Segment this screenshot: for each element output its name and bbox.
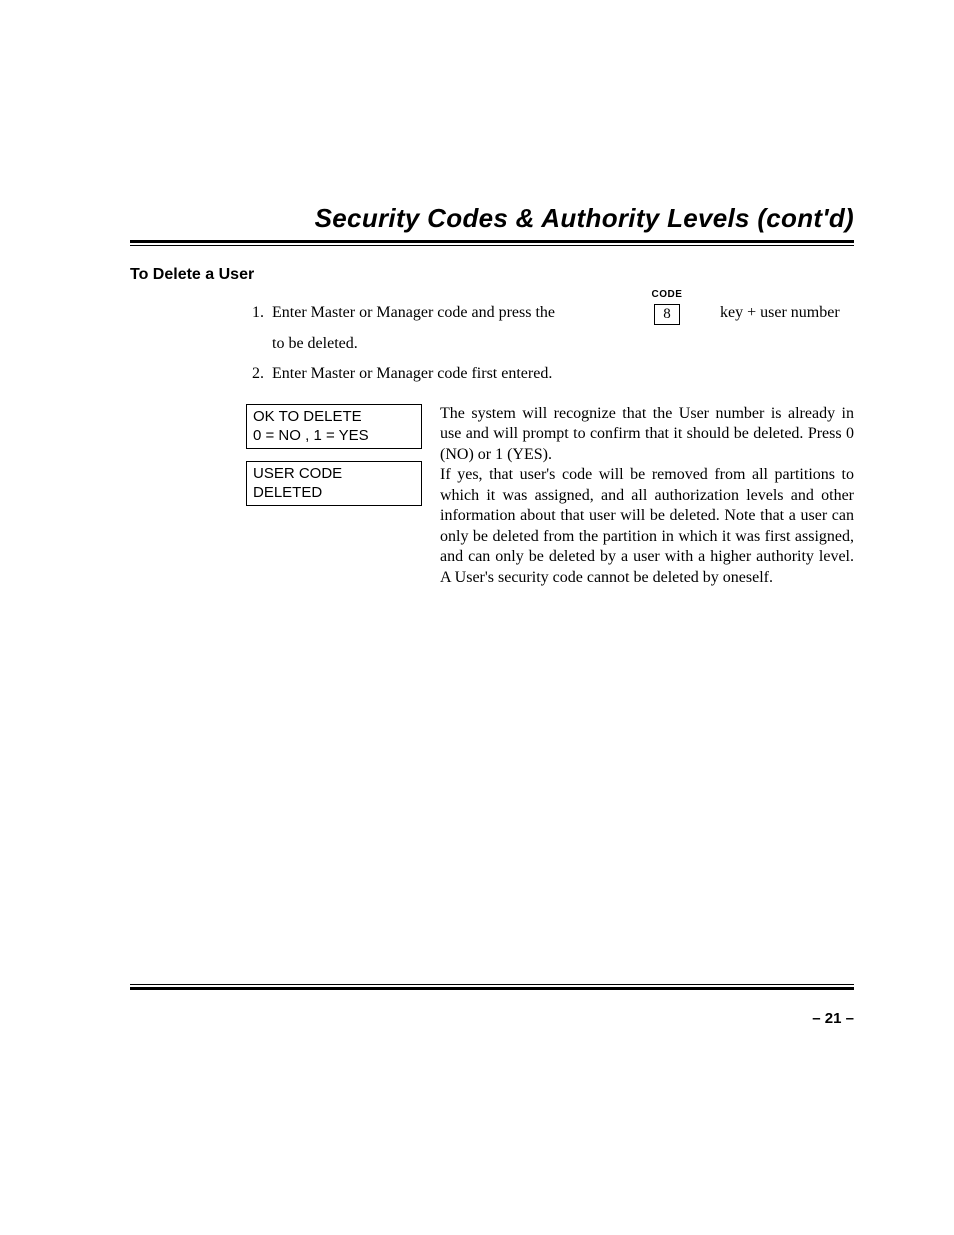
page-content: Security Codes & Authority Levels (cont'… (130, 203, 854, 588)
display-line: DELETED (253, 483, 415, 503)
explanation-column: The system will recognize that the User … (440, 404, 854, 588)
footer-rule-heavy (130, 987, 854, 990)
display-line: USER CODE (253, 464, 415, 484)
display-column: OK TO DELETE 0 = NO , 1 = YES USER CODE … (246, 404, 422, 588)
code-label: CODE (632, 288, 702, 302)
step-suffix: key + user number (702, 302, 840, 324)
title-rule-thin (130, 245, 854, 246)
footer-area: – 21 – (130, 984, 854, 1027)
page-title: Security Codes & Authority Levels (cont'… (130, 203, 854, 234)
step-2: 2. Enter Master or Manager code first en… (246, 363, 854, 385)
step-text: Enter Master or Manager code and press t… (272, 302, 632, 324)
display-line: 0 = NO , 1 = YES (253, 426, 415, 446)
step-1-continued: to be deleted. (272, 335, 854, 353)
keypad-key-8: 8 (654, 304, 680, 325)
page-number: – 21 – (130, 1010, 854, 1027)
details-row: OK TO DELETE 0 = NO , 1 = YES USER CODE … (246, 404, 854, 588)
footer-rule-thin (130, 984, 854, 985)
steps-list: 1. Enter Master or Manager code and pres… (246, 302, 854, 386)
title-rule-heavy (130, 240, 854, 243)
explanation-paragraph: If yes, that user's code will be removed… (440, 465, 854, 588)
keypad-display-user-code-deleted: USER CODE DELETED (246, 461, 422, 506)
step-number: 2. (246, 363, 272, 385)
explanation-paragraph: The system will recognize that the User … (440, 404, 854, 465)
section-subheading: To Delete a User (130, 266, 854, 284)
keypad-display-ok-to-delete: OK TO DELETE 0 = NO , 1 = YES (246, 404, 422, 449)
step-1: 1. Enter Master or Manager code and pres… (246, 302, 854, 325)
keypad-key-cell: CODE 8 (632, 288, 702, 325)
step-text: Enter Master or Manager code first enter… (272, 363, 552, 385)
step-number: 1. (246, 302, 272, 324)
display-line: OK TO DELETE (253, 407, 415, 427)
